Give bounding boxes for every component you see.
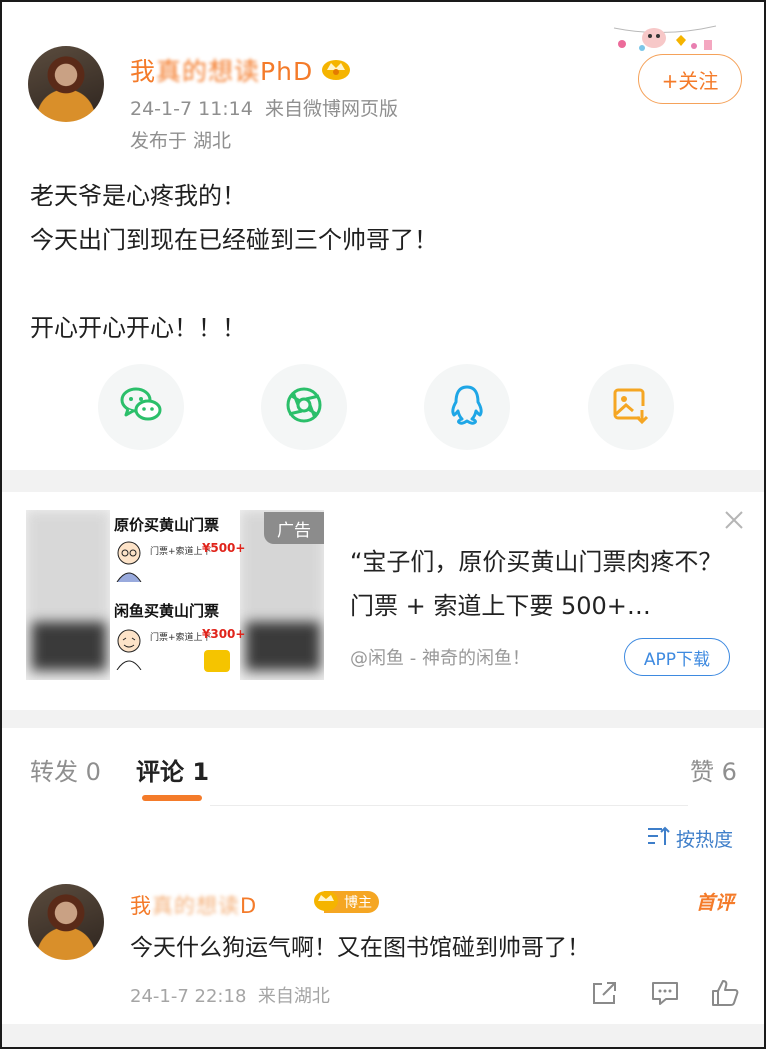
section-divider: [2, 710, 764, 728]
wechat-icon: [119, 385, 163, 429]
save-image-button[interactable]: [588, 364, 674, 450]
post-source: 来自微博网页版: [264, 98, 398, 120]
sort-icon: [646, 825, 670, 852]
weibo-post-page: 我真的想读PhD 24-1-7 11:14 来自微博网页版 发布于 湖北 +关注…: [0, 0, 766, 1049]
post-author-name[interactable]: 我真的想读PhD: [130, 52, 313, 88]
tab-divider: [210, 805, 688, 806]
post-location: 发布于 湖北: [130, 130, 232, 152]
tab-comments[interactable]: 评论 1: [136, 752, 209, 787]
share-moments-button[interactable]: [261, 364, 347, 450]
share-wechat-button[interactable]: [98, 364, 184, 450]
comment-timestamp: 24-1-7 22:18: [130, 986, 247, 1007]
ad-image-bottom-title: 闲鱼买黄山门票: [114, 602, 220, 620]
ad-source[interactable]: @闲鱼 - 神奇的闲鱼！: [350, 644, 530, 670]
comment-text: 今天什么狗运气啊！又在图书馆碰到帅哥了！: [130, 935, 590, 961]
xianyu-logo-icon: [204, 650, 230, 672]
commenter-avatar[interactable]: [28, 884, 104, 960]
post-meta: 24-1-7 11:14 来自微博网页版: [130, 94, 398, 121]
commenter-name[interactable]: 我真的想读D: [130, 890, 257, 920]
sort-label: 按热度: [676, 829, 734, 851]
bottom-divider: [2, 1024, 764, 1047]
app-download-button[interactable]: APP下载: [624, 638, 730, 676]
cartoon-happy-icon: [112, 626, 146, 671]
share-qq-button[interactable]: [424, 364, 510, 450]
vip-crown-icon: [312, 888, 340, 916]
comment-icon[interactable]: [650, 978, 680, 1008]
moments-icon: [284, 385, 324, 429]
cartoon-sad-icon: [112, 538, 146, 583]
ad-text[interactable]: “宝子们，原价买黄山门票肉疼不？门票 + 索道上下要 500+…: [350, 540, 746, 628]
author-badge: 博主: [312, 888, 379, 916]
sort-by-hot-button[interactable]: 按热度: [646, 825, 733, 852]
like-icon[interactable]: [710, 978, 740, 1008]
ad-tag: 广告: [264, 512, 324, 544]
first-comment-tag: 首评: [696, 892, 735, 914]
post-body-line: 开心开心开心！！！: [30, 314, 246, 342]
active-tab-indicator: [142, 795, 202, 801]
decorative-sticker: [608, 16, 720, 56]
ad-image-bottom-price: ¥300+: [202, 627, 246, 641]
ad-image-top-price: ¥500+: [202, 541, 246, 555]
post-body-line: [30, 262, 438, 306]
ad-image-top-title: 原价买黄山门票: [114, 516, 220, 534]
post-author-avatar[interactable]: [28, 46, 104, 122]
close-icon[interactable]: [722, 508, 746, 532]
save-image-icon: [612, 386, 650, 428]
vip-crown-icon: [320, 55, 352, 81]
follow-button[interactable]: +关注: [638, 54, 742, 104]
share-icon[interactable]: [590, 978, 620, 1008]
post-body-line: 今天出门到现在已经碰到三个帅哥了！: [30, 226, 438, 254]
post-body-line: 老天爷是心疼我的！: [30, 182, 246, 210]
post-timestamp: 24-1-7 11:14: [130, 98, 253, 120]
tab-repost[interactable]: 转发 0: [30, 752, 101, 787]
comment-location: 来自湖北: [257, 986, 330, 1007]
post-body: 老天爷是心疼我的！ 今天出门到现在已经碰到三个帅哥了！ 开心开心开心！！！: [30, 174, 438, 350]
comment-meta: 24-1-7 22:18 来自湖北: [130, 982, 330, 1008]
share-row: [2, 364, 764, 450]
section-divider: [2, 470, 764, 492]
tab-likes[interactable]: 赞 6: [690, 752, 737, 787]
qq-icon: [448, 384, 486, 430]
